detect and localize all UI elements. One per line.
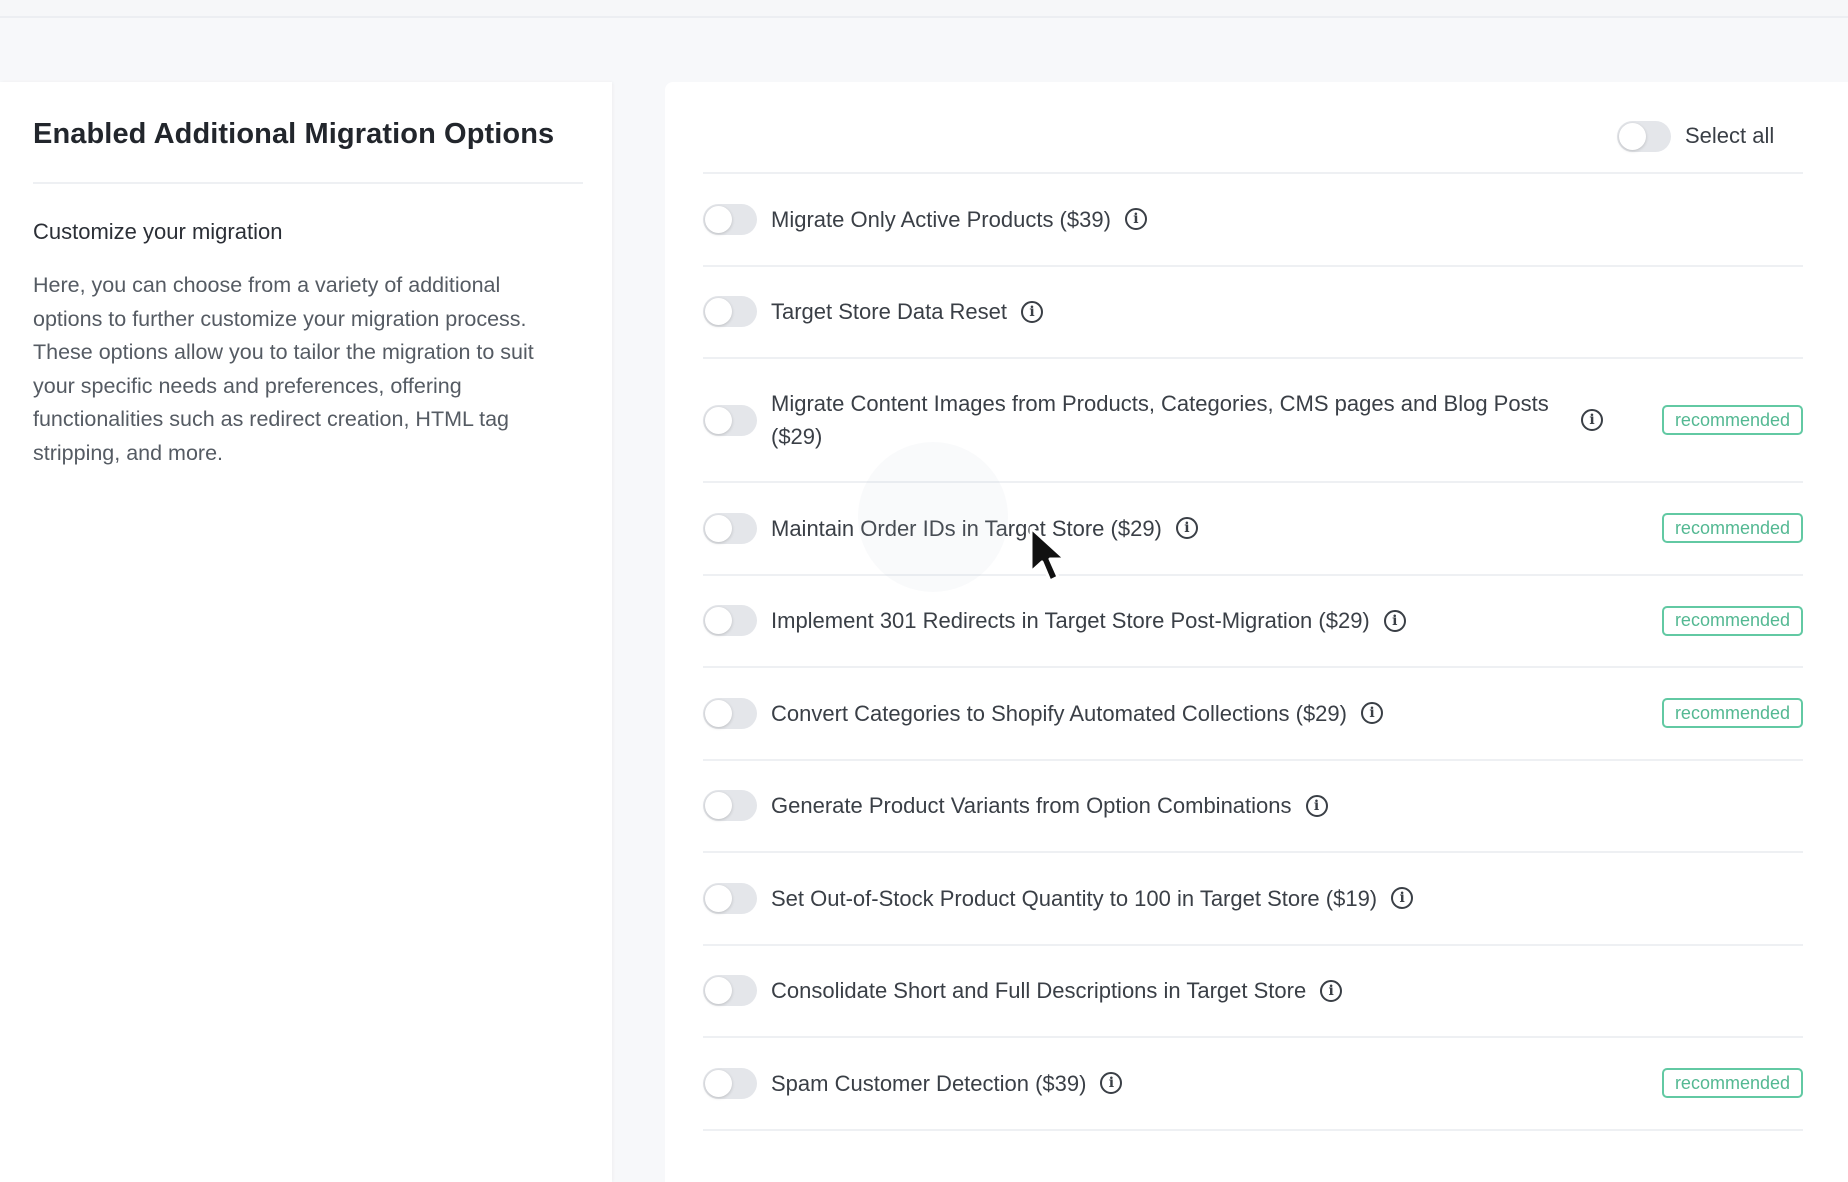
option-toggle[interactable] — [703, 404, 757, 436]
option-row-product-variants: Generate Product Variants from Option Co… — [703, 761, 1803, 853]
select-all-toggle[interactable] — [1617, 120, 1671, 152]
recommended-badge: recommended — [1661, 698, 1803, 729]
option-toggle[interactable] — [703, 296, 757, 328]
info-icon[interactable]: i — [1305, 794, 1328, 817]
toggle-knob — [705, 792, 732, 820]
option-row-out-of-stock: Set Out-of-Stock Product Quantity to 100… — [703, 853, 1803, 946]
recommended-badge: recommended — [1661, 605, 1803, 636]
mouse-cursor-icon — [1029, 526, 1067, 583]
option-label: Consolidate Short and Full Descriptions … — [771, 978, 1307, 1004]
info-icon[interactable]: i — [1021, 300, 1044, 323]
option-label: Migrate Content Images from Products, Ca… — [771, 391, 1549, 449]
recommended-badge: recommended — [1661, 405, 1803, 435]
option-label: Convert Categories to Shopify Automated … — [771, 700, 1347, 726]
toggle-knob — [705, 699, 732, 727]
info-icon[interactable]: i — [1383, 609, 1406, 632]
option-row-data-reset: Target Store Data Reset i — [703, 267, 1803, 359]
toggle-knob — [705, 298, 732, 326]
options-list: Migrate Only Active Products ($39) i Tar… — [703, 174, 1803, 1131]
option-label: Implement 301 Redirects in Target Store … — [771, 608, 1370, 634]
info-icon[interactable]: i — [1100, 1072, 1123, 1095]
toggle-knob — [705, 607, 732, 635]
left-divider — [33, 182, 583, 184]
option-row-content-images: Migrate Content Images from Products, Ca… — [703, 359, 1803, 483]
option-row-301-redirects: Implement 301 Redirects in Target Store … — [703, 576, 1803, 668]
info-icon[interactable]: i — [1391, 887, 1414, 910]
toggle-knob — [705, 1069, 732, 1097]
toggle-knob — [705, 977, 732, 1005]
option-toggle[interactable] — [703, 975, 757, 1007]
option-label: Spam Customer Detection ($39) — [771, 1070, 1087, 1096]
cursor-halo — [858, 442, 1008, 592]
option-toggle[interactable] — [703, 1067, 757, 1099]
info-icon[interactable]: i — [1360, 702, 1383, 725]
option-label: Set Out-of-Stock Product Quantity to 100… — [771, 885, 1378, 911]
toggle-knob — [705, 884, 732, 912]
option-label: Migrate Only Active Products ($39) — [771, 206, 1111, 232]
option-toggle[interactable] — [703, 512, 757, 544]
info-icon[interactable]: i — [1175, 517, 1198, 540]
info-icon[interactable]: i — [1581, 409, 1603, 431]
toggle-knob — [705, 406, 732, 434]
top-strip — [0, 0, 1848, 18]
toggle-knob — [705, 514, 732, 542]
option-label: Generate Product Variants from Option Co… — [771, 793, 1292, 819]
toggle-knob — [1619, 122, 1646, 150]
left-panel — [0, 82, 612, 1182]
toggle-knob — [705, 205, 732, 233]
select-all-label: Select all — [1685, 123, 1775, 148]
option-row-consolidate-descriptions: Consolidate Short and Full Descriptions … — [703, 946, 1803, 1038]
info-icon[interactable]: i — [1124, 208, 1147, 231]
option-row-spam-detection: Spam Customer Detection ($39) i recommen… — [703, 1038, 1803, 1131]
option-toggle[interactable] — [703, 203, 757, 235]
option-toggle[interactable] — [703, 790, 757, 822]
select-all-control[interactable]: Select all — [1617, 118, 1774, 154]
option-label: Target Store Data Reset — [771, 299, 1008, 325]
recommended-badge: recommended — [1661, 513, 1803, 544]
panel-title: Enabled Additional Migration Options — [33, 118, 555, 150]
option-row-active-products: Migrate Only Active Products ($39) i — [703, 174, 1803, 267]
option-row-automated-collections: Convert Categories to Shopify Automated … — [703, 668, 1803, 761]
option-toggle[interactable] — [703, 605, 757, 637]
info-icon[interactable]: i — [1320, 979, 1343, 1002]
panel-subtitle: Customize your migration — [33, 219, 283, 244]
panel-description: Here, you can choose from a variety of a… — [33, 273, 534, 465]
option-toggle[interactable] — [703, 697, 757, 729]
recommended-badge: recommended — [1661, 1068, 1803, 1099]
option-toggle[interactable] — [703, 882, 757, 914]
